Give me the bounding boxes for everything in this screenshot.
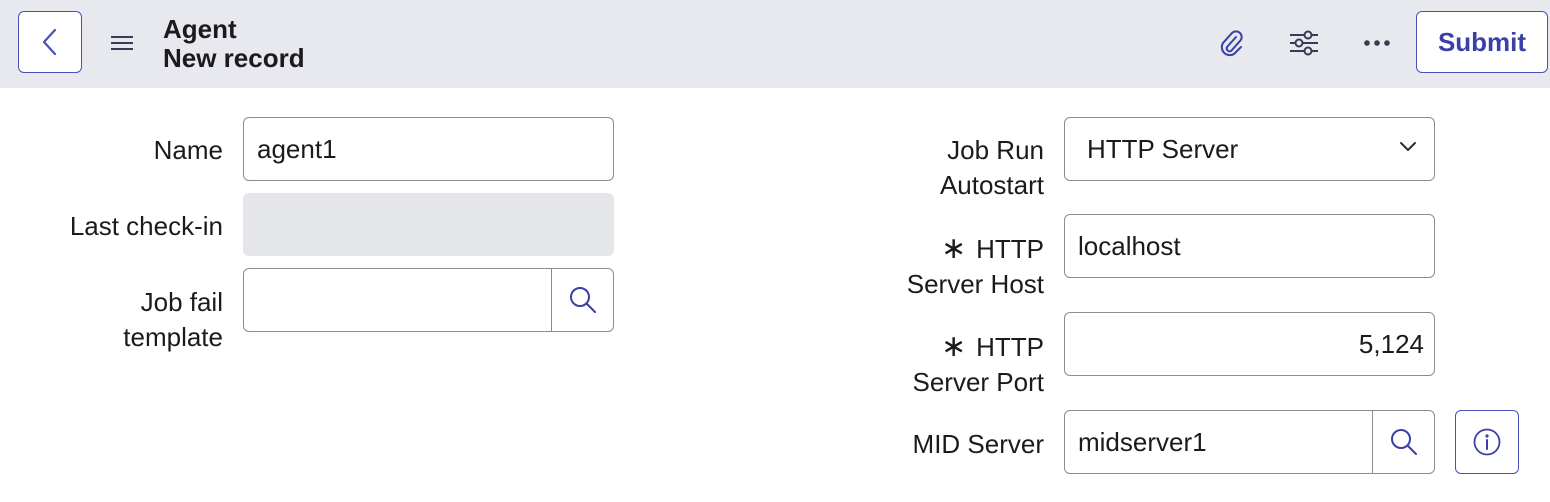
required-marker: ∗ (940, 232, 967, 265)
name-label: Name (153, 135, 223, 165)
http-server-host-label-line1: HTTP (976, 234, 1044, 264)
http-server-host-label-line2: Server Host (906, 269, 1044, 299)
sliders-icon[interactable] (1287, 26, 1321, 60)
chevron-down-icon (1400, 142, 1416, 151)
paperclip-icon[interactable] (1214, 26, 1248, 60)
mid-server-value: midserver1 (1078, 426, 1207, 457)
job-fail-template-label-line1: Job fail (140, 287, 223, 317)
http-server-host-input[interactable]: localhost (1064, 214, 1435, 278)
required-marker: ∗ (940, 330, 967, 363)
job-fail-template-label: Job fail template (123, 285, 223, 355)
http-server-port-label-line2: Server Port (912, 367, 1045, 397)
job-fail-template-lookup-button[interactable] (551, 269, 613, 331)
mid-server-lookup-button[interactable] (1372, 411, 1434, 473)
job-fail-template-input[interactable] (243, 268, 614, 332)
http-server-port-label-line1: HTTP (976, 332, 1044, 362)
job-run-autostart-select[interactable]: HTTP Server (1064, 117, 1435, 181)
submit-button[interactable]: Submit (1416, 11, 1548, 73)
back-button[interactable] (18, 11, 82, 73)
last-checkin-label: Last check-in (69, 211, 223, 241)
mid-server-input[interactable]: midserver1 (1064, 410, 1435, 474)
hamburger-icon[interactable] (110, 31, 134, 55)
job-run-autostart-value: HTTP Server (1087, 133, 1239, 164)
http-server-port-input[interactable]: 5,124 (1064, 312, 1435, 376)
job-run-autostart-label-line2: Autostart (939, 170, 1044, 200)
name-input[interactable]: agent1 (243, 117, 614, 181)
job-run-autostart-label: Job Run Autostart (940, 133, 1044, 203)
search-icon (569, 287, 596, 313)
chevron-left-icon (42, 28, 57, 56)
job-fail-template-label-line2: template (123, 322, 223, 352)
job-run-autostart-label-line1: Job Run (947, 135, 1044, 165)
http-server-host-label: ∗ HTTP Server Host (907, 231, 1044, 302)
http-server-port-label: ∗ HTTP Server Port (913, 329, 1045, 400)
mid-server-label: MID Server (912, 429, 1044, 459)
page-subtitle: New record (163, 43, 305, 73)
search-icon (1390, 429, 1417, 455)
page-title: Agent (163, 14, 237, 44)
more-dots-icon[interactable] (1360, 26, 1394, 60)
last-checkin-field (243, 193, 614, 256)
mid-server-info-button[interactable] (1455, 410, 1519, 474)
form-header: Agent New record Submit (0, 0, 1550, 88)
info-icon (1473, 428, 1501, 456)
